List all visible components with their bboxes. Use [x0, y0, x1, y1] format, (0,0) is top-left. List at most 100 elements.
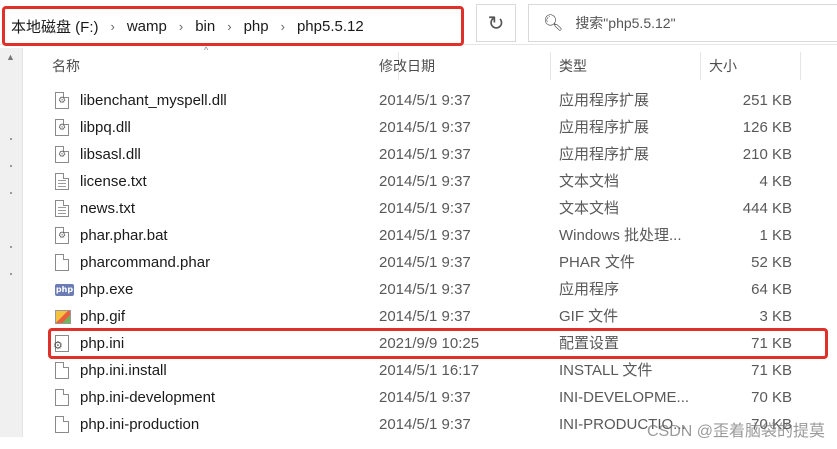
file-size: 71 KB [751, 335, 792, 352]
breadcrumb-item[interactable]: wamp [117, 18, 177, 35]
text-file-icon [55, 200, 69, 217]
file-icon-cell [55, 200, 72, 218]
file-date: 2014/5/1 9:37 [379, 416, 471, 433]
file-row[interactable]: ⚙ libpq.dll 2014/5/1 9:37 应用程序扩展 126 KB [0, 114, 837, 141]
refresh-button[interactable]: ↻ [476, 4, 516, 42]
file-row[interactable]: ⚙ php.ini 2021/9/9 10:25 配置设置 71 KB [0, 328, 837, 359]
file-explorer-window: 本地磁盘 (F:) › wamp › bin › php › php5.5.12 ↻ 🔍︎ 搜索… [0, 0, 837, 449]
file-date: 2014/5/1 9:37 [379, 227, 471, 244]
file-date: 2014/5/1 9:37 [379, 146, 471, 163]
file-icon-cell [55, 416, 72, 434]
file-type: 配置设置 [559, 335, 620, 352]
blank-file-icon [55, 416, 69, 433]
file-icon-cell: ⚙ [55, 119, 72, 137]
file-type: 应用程序扩展 [559, 146, 650, 163]
file-date: 2021/9/9 10:25 [379, 335, 480, 352]
breadcrumb-item[interactable]: php5.5.12 [287, 18, 374, 35]
file-type: PHAR 文件 [559, 254, 635, 271]
file-size: 71 KB [751, 362, 792, 379]
scroll-up-icon[interactable]: ▲ [6, 52, 15, 62]
file-size: 251 KB [742, 92, 792, 109]
refresh-icon: ↻ [487, 12, 505, 35]
file-name: php.ini-production [80, 416, 200, 433]
file-date: 2014/5/1 9:37 [379, 308, 471, 325]
file-icon-cell: ⚙ [55, 92, 72, 110]
file-size: 52 KB [751, 254, 792, 271]
file-type: 应用程序 [559, 281, 620, 298]
file-size: 1 KB [759, 227, 792, 244]
file-name: php.gif [80, 308, 126, 325]
column-header-name[interactable]: 名称 [44, 52, 399, 80]
column-header-row: ^ 名称 修改日期 类型 大小 [28, 45, 837, 80]
file-icon-cell [55, 389, 72, 407]
file-row[interactable]: ⚙ libenchant_myspell.dll 2014/5/1 9:37 应用程序… [0, 87, 837, 114]
dll-icon: ⚙ [55, 119, 69, 136]
address-bar-row: 本地磁盘 (F:) › wamp › bin › php › php5.5.12 ↻ 🔍︎ 搜索… [0, 0, 837, 46]
file-date: 2014/5/1 9:37 [379, 200, 471, 217]
file-row[interactable]: license.txt 2014/5/1 9:37 文本文档 4 KB [0, 168, 837, 195]
file-type: 应用程序扩展 [559, 92, 650, 109]
watermark-text: CSDN @歪着脑袋的提莫 [646, 423, 825, 440]
file-name: php.ini.install [80, 362, 167, 379]
file-icon-cell [55, 308, 72, 326]
column-header-type[interactable]: 类型 [551, 52, 701, 80]
search-placeholder: 搜索"php5.5.12" [575, 15, 676, 31]
column-header-size[interactable]: 大小 [701, 52, 801, 80]
search-input[interactable]: 🔍︎ 搜索"php5.5.12" [528, 4, 837, 42]
file-row[interactable]: news.txt 2014/5/1 9:37 文本文档 444 KB [0, 195, 837, 222]
file-row[interactable]: php.gif 2014/5/1 9:37 GIF 文件 3 KB [0, 303, 837, 330]
file-row[interactable]: php.ini-development 2014/5/1 9:37 INI-DEVE… [0, 384, 837, 411]
chevron-right-icon[interactable]: › [225, 19, 233, 34]
chevron-right-icon[interactable]: › [177, 19, 185, 34]
breadcrumb-item[interactable]: bin [185, 18, 225, 35]
file-row[interactable]: pharcommand.phar 2014/5/1 9:37 PHAR 文件 52 K… [0, 249, 837, 276]
column-header-date[interactable]: 修改日期 [371, 52, 551, 80]
search-icon: 🔍︎ [543, 15, 564, 32]
file-icon-cell [55, 362, 72, 380]
file-name: libsasl.dll [80, 146, 141, 163]
file-row[interactable]: ⚙ phar.phar.bat 2014/5/1 9:37 Windows 批处理..… [0, 222, 837, 249]
breadcrumb-item[interactable]: 本地磁盘 (F:) [11, 16, 109, 37]
file-row[interactable]: php.ini.install 2014/5/1 16:17 INSTALL 文件 7… [0, 357, 837, 384]
file-size: 126 KB [742, 119, 792, 136]
file-date: 2014/5/1 9:37 [379, 389, 471, 406]
file-date: 2014/5/1 9:37 [379, 119, 471, 136]
chevron-right-icon[interactable]: › [109, 19, 117, 34]
breadcrumb-item[interactable]: php [234, 18, 279, 35]
file-name: libenchant_myspell.dll [80, 92, 227, 109]
file-icon-cell: php [55, 281, 74, 299]
file-icon-cell: ⚙ [55, 146, 72, 164]
file-type: 文本文档 [559, 200, 620, 217]
file-date: 2014/5/1 9:37 [379, 173, 471, 190]
file-icon-cell: ⚙ [55, 227, 72, 245]
file-type: 文本文档 [559, 173, 620, 190]
file-row[interactable]: ⚙ libsasl.dll 2014/5/1 9:37 应用程序扩展 210 KB [0, 141, 837, 168]
breadcrumb[interactable]: 本地磁盘 (F:) › wamp › bin › php › php5.5.12 [2, 6, 464, 46]
file-name: license.txt [80, 173, 147, 190]
file-name: phar.phar.bat [80, 227, 168, 244]
ini-settings-icon: ⚙ [53, 335, 69, 352]
dll-icon: ⚙ [55, 92, 69, 109]
file-name: php.ini [80, 335, 125, 352]
file-type: INI-DEVELOPME... [559, 389, 690, 406]
gif-image-icon [55, 310, 71, 324]
chevron-right-icon[interactable]: › [279, 19, 287, 34]
file-name: news.txt [80, 200, 136, 217]
text-file-icon [55, 173, 69, 190]
file-icon-cell [55, 173, 72, 191]
blank-file-icon [55, 254, 69, 271]
file-date: 2014/5/1 9:37 [379, 254, 471, 271]
file-size: 70 KB [751, 389, 792, 406]
file-size: 64 KB [751, 281, 792, 298]
file-icon-cell: ⚙ [53, 335, 72, 353]
blank-file-icon [55, 362, 69, 379]
file-size: 3 KB [759, 308, 792, 325]
dll-icon: ⚙ [55, 146, 69, 163]
file-type: Windows 批处理... [559, 227, 682, 244]
file-date: 2014/5/1 9:37 [379, 281, 471, 298]
file-size: 444 KB [742, 200, 792, 217]
file-name: libpq.dll [80, 119, 131, 136]
file-row[interactable]: php php.exe 2014/5/1 9:37 应用程序 64 KB [0, 276, 837, 303]
batch-file-icon: ⚙ [55, 227, 69, 244]
file-name: php.exe [80, 281, 134, 298]
